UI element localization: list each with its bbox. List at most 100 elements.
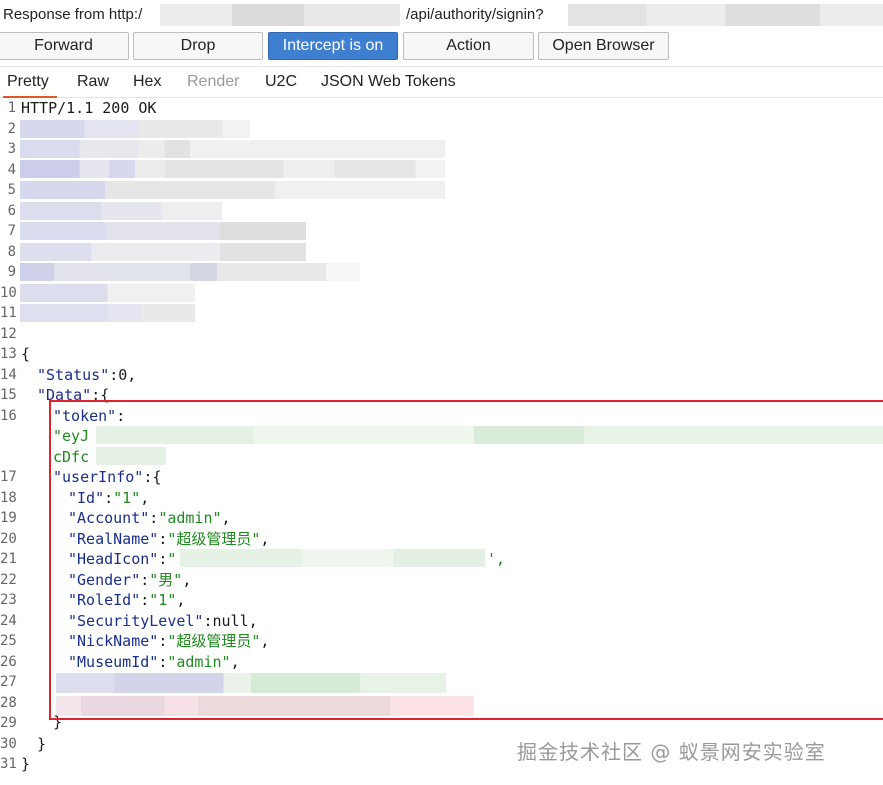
json-key: "userInfo"	[53, 468, 144, 486]
code-status-line-json: "Status":0,	[37, 365, 137, 384]
code-token-value-start: "eyJ	[53, 427, 90, 445]
json-key: "Id"	[68, 488, 105, 507]
action-button[interactable]: Action	[403, 32, 534, 60]
title-suffix: /api/authority/signin?	[406, 6, 544, 23]
title-prefix: Response from http:/	[3, 6, 143, 23]
code-data-line: "Data":{	[37, 385, 109, 406]
json-value: "admin"	[158, 509, 222, 527]
json-value: "1"	[113, 488, 141, 507]
line-number: 13	[0, 346, 17, 362]
response-title-bar: Response from http:/ /api/authority/sign…	[0, 0, 883, 30]
json-punct: :	[116, 406, 126, 425]
tab-raw[interactable]: Raw	[77, 67, 109, 97]
line-number: 30	[0, 735, 17, 752]
line-number: 6	[7, 202, 16, 219]
code-open-brace: {	[21, 345, 31, 363]
json-punct: :{	[91, 386, 110, 404]
line-number: 8	[7, 243, 16, 260]
json-value: "男"	[149, 570, 183, 589]
line-number: 31	[0, 756, 17, 772]
code-securitylevel-line: "SecurityLevel":null,	[68, 611, 258, 630]
line-number: 25	[0, 633, 17, 649]
line-number: 29	[0, 715, 17, 731]
json-key: "Data"	[37, 386, 92, 404]
json-key: "HeadIcon"	[68, 550, 159, 568]
redacted-header-block	[20, 243, 306, 261]
line-number: 16	[0, 407, 17, 424]
code-gender-line: "Gender":"男",	[68, 570, 192, 589]
drop-button[interactable]: Drop	[133, 32, 263, 60]
code-headicon-line: "HeadIcon":"	[68, 550, 177, 568]
code-status-line: HTTP/1.1 200 OK	[21, 99, 157, 117]
line-number: 21	[0, 551, 17, 567]
code-userinfo-line: "userInfo":{	[53, 467, 161, 488]
redacted-field	[56, 673, 446, 693]
code-account-line: "Account":"admin",	[68, 509, 231, 527]
line-number: 27	[0, 674, 17, 690]
line-number: 19	[0, 510, 17, 526]
redacted-headicon	[180, 549, 485, 567]
json-key: "SecurityLevel"	[68, 611, 204, 630]
redacted-header-block	[20, 263, 360, 281]
line-number: 20	[0, 530, 17, 547]
tab-json-web-tokens[interactable]: JSON Web Tokens	[321, 67, 456, 97]
line-number: 26	[0, 653, 17, 670]
line-number: 1	[7, 100, 16, 116]
tab-hex[interactable]: Hex	[133, 67, 161, 97]
redacted-header-block	[20, 222, 306, 240]
line-number: 12	[0, 325, 17, 342]
line-number: 3	[7, 141, 16, 157]
line-number: 17	[0, 469, 17, 485]
line-number: 18	[0, 489, 17, 506]
code-close-userinfo: }	[53, 713, 63, 731]
redacted-header-block	[20, 202, 222, 220]
code-close-data: }	[37, 735, 47, 753]
redacted-header-block	[20, 140, 445, 158]
toolbar: Forward Drop Intercept is on Action Open…	[0, 32, 883, 60]
json-key: "Account"	[68, 509, 150, 527]
redacted-token	[96, 447, 166, 465]
tab-pretty[interactable]: Pretty	[3, 67, 57, 98]
tab-render[interactable]: Render	[187, 67, 239, 97]
json-value: "超级管理员"	[167, 529, 261, 548]
line-number: 7	[7, 223, 16, 239]
redacted-header-block	[20, 304, 195, 322]
line-number: 24	[0, 612, 17, 629]
open-browser-button[interactable]: Open Browser	[538, 32, 669, 60]
view-tabs: Pretty Raw Hex Render U2C JSON Web Token…	[0, 66, 883, 98]
json-key: "Gender"	[68, 570, 141, 589]
line-number: 4	[7, 161, 16, 178]
json-key: "MuseumId"	[68, 652, 159, 671]
json-value: null	[212, 611, 249, 630]
redacted-header-block	[20, 120, 250, 138]
code-headicon-end: ',	[487, 550, 506, 568]
line-number: 28	[0, 694, 17, 711]
redacted-query	[568, 4, 883, 26]
json-value: "超级管理员"	[167, 632, 261, 650]
line-number: 9	[7, 264, 16, 280]
tab-u2c[interactable]: U2C	[265, 67, 297, 97]
intercept-toggle-button[interactable]: Intercept is on	[268, 32, 398, 60]
redacted-header-block	[20, 181, 445, 199]
watermark-text: 掘金技术社区 @ 蚁景网安实验室	[517, 740, 826, 764]
code-realname-line: "RealName":"超级管理员",	[68, 529, 270, 548]
json-key: "Status"	[37, 365, 110, 384]
response-editor[interactable]: 1 2 3 4 5 6 7 8 9 10 11 12 13 14 15 16 1…	[0, 98, 883, 785]
line-number: 11	[0, 305, 17, 321]
json-punct: :{	[143, 468, 162, 486]
json-value: "admin"	[167, 652, 231, 671]
code-token-value-cont: cDfc	[53, 447, 90, 466]
code-id-line: "Id":"1",	[68, 488, 150, 507]
forward-button[interactable]: Forward	[0, 32, 129, 60]
code-museumid-line: "MuseumId":"admin",	[68, 652, 240, 671]
code-roleid-line: "RoleId":"1",	[68, 591, 186, 609]
line-number: 2	[7, 120, 16, 137]
code-nickname-line: "NickName":"超级管理员",	[68, 632, 270, 650]
line-number: 22	[0, 571, 17, 588]
json-value: "1"	[149, 591, 177, 609]
line-number: 23	[0, 592, 17, 608]
redacted-field	[56, 696, 474, 716]
code-close-root: }	[21, 755, 31, 773]
redacted-token	[96, 426, 883, 444]
redacted-header-block	[20, 160, 445, 178]
